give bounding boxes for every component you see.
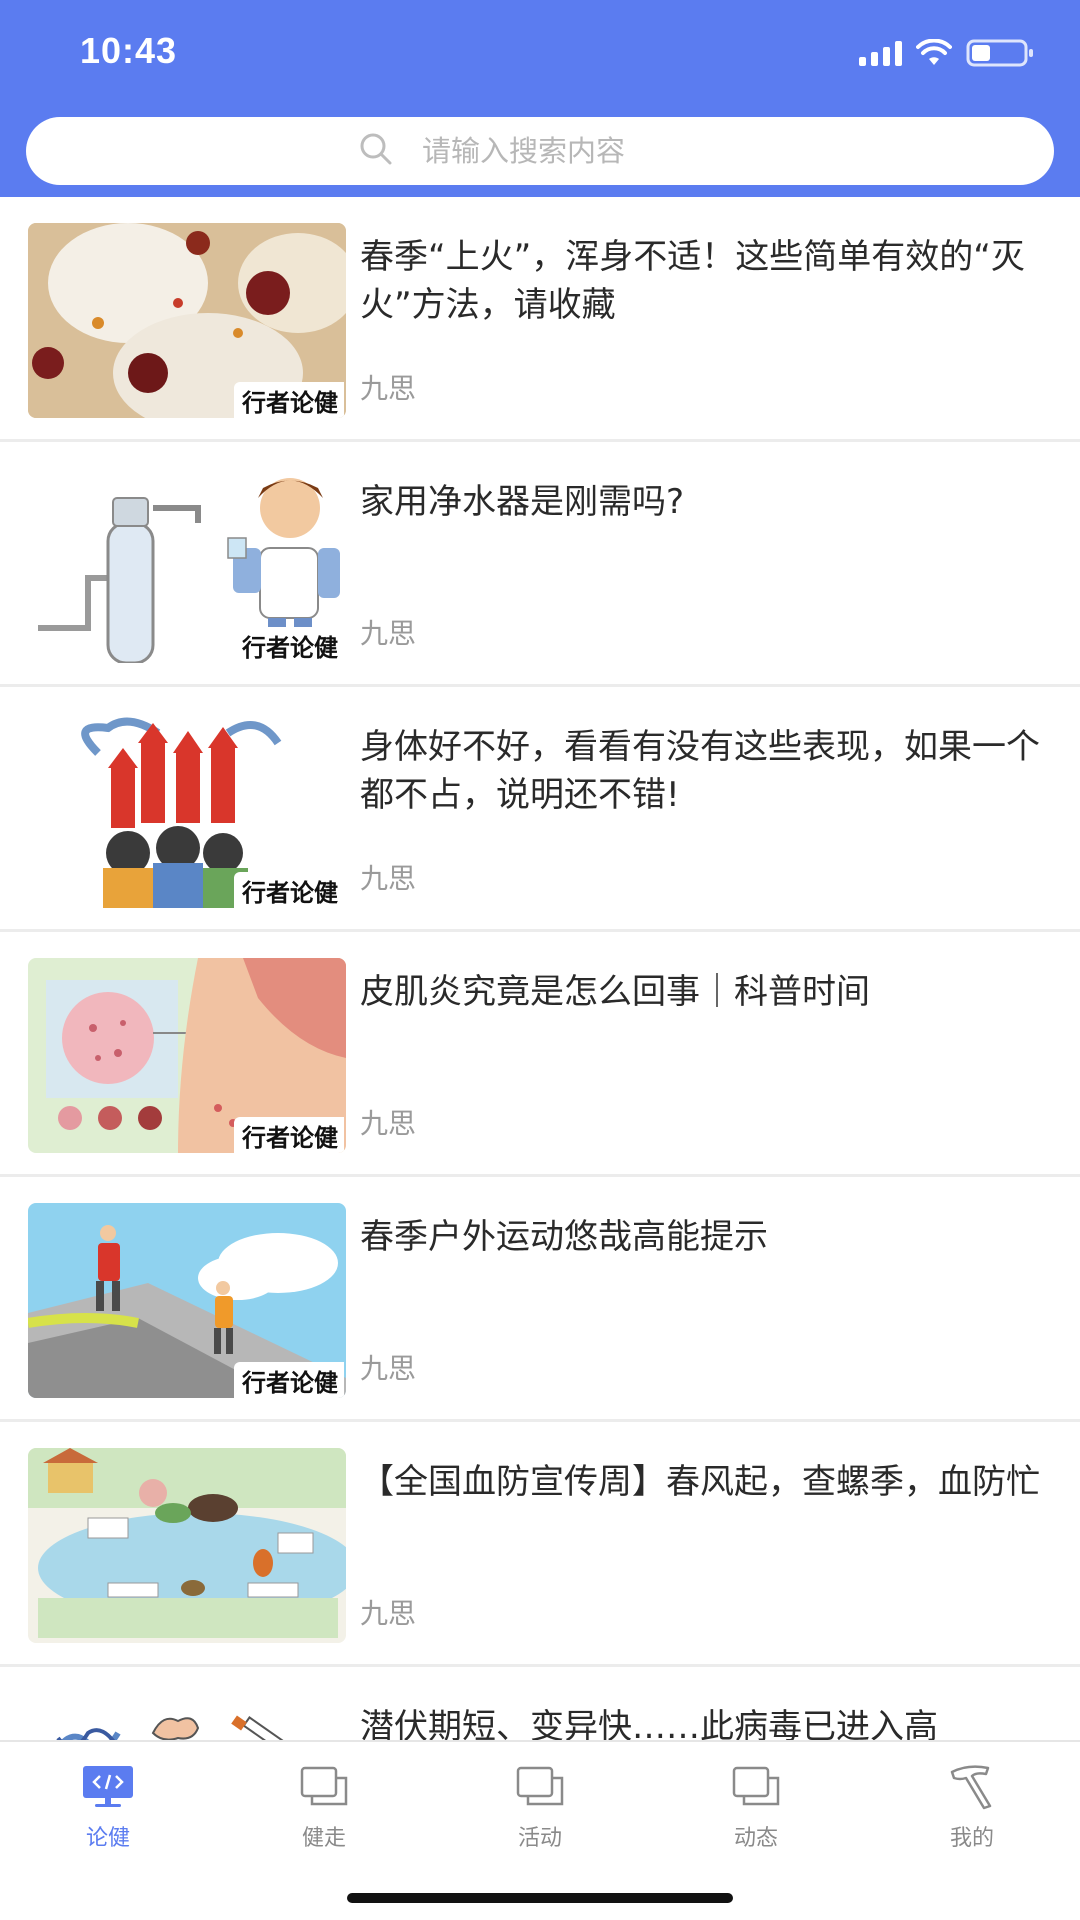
search-bar[interactable] xyxy=(26,117,1054,185)
layers-icon xyxy=(512,1762,568,1810)
layers-icon xyxy=(296,1762,352,1810)
tab-label: 动态 xyxy=(733,1826,778,1851)
hammer-icon xyxy=(944,1762,1000,1810)
tab-label: 我的 xyxy=(949,1826,994,1851)
search-icon xyxy=(358,131,394,171)
article-thumbnail xyxy=(28,1448,346,1643)
article-item[interactable]: 行者论健 皮肌炎究竟是怎么回事｜科普时间 九思 xyxy=(0,932,1080,1177)
article-author: 九思 xyxy=(360,862,417,895)
battery-icon xyxy=(966,38,1036,68)
article-title[interactable]: 春季“上火”，浑身不适！这些简单有效的“灭火”方法，请收藏 xyxy=(360,233,1050,329)
tab-wode[interactable]: 我的 xyxy=(892,1762,1052,1872)
brand-watermark: 行者论健 xyxy=(234,1362,344,1398)
article-list[interactable]: 行者论健 春季“上火”，浑身不适！这些简单有效的“灭火”方法，请收藏 九思 行者… xyxy=(0,197,1080,1740)
home-indicator xyxy=(347,1893,733,1903)
brand-watermark: 行者论健 xyxy=(234,627,344,663)
tab-label: 健走 xyxy=(301,1826,346,1851)
tab-lunjian[interactable]: 论健 xyxy=(28,1762,188,1872)
article-thumbnail: 行者论健 xyxy=(28,713,346,908)
tab-jianzou[interactable]: 健走 xyxy=(244,1762,404,1872)
wifi-icon xyxy=(916,39,952,67)
status-icons xyxy=(859,38,1036,68)
article-title[interactable]: 春季户外运动悠哉高能提示 xyxy=(360,1213,1050,1261)
tab-huodong[interactable]: 活动 xyxy=(460,1762,620,1872)
article-item[interactable]: 行者论健 家用净水器是刚需吗? 九思 xyxy=(0,442,1080,687)
header: 10:43 xyxy=(0,0,1080,197)
article-title[interactable]: 潜伏期短、变异快……此病毒已进入高 xyxy=(360,1703,1050,1740)
tab-label: 论健 xyxy=(85,1826,130,1851)
article-author: 九思 xyxy=(360,1352,417,1385)
status-time: 10:43 xyxy=(80,30,178,71)
article-thumbnail: 行者论健 xyxy=(28,958,346,1153)
article-thumbnail: 行者论健 xyxy=(28,1203,346,1398)
brand-watermark: 行者论健 xyxy=(234,1117,344,1153)
article-title[interactable]: 家用净水器是刚需吗? xyxy=(360,478,1050,526)
article-item[interactable]: 行者论健 身体好不好，看看有没有这些表现，如果一个都不占，说明还不错! 九思 xyxy=(0,687,1080,932)
article-author: 九思 xyxy=(360,372,417,405)
article-item[interactable]: 行者论健 春季“上火”，浑身不适！这些简单有效的“灭火”方法，请收藏 九思 xyxy=(0,197,1080,442)
article-author: 九思 xyxy=(360,617,417,650)
article-title[interactable]: 身体好不好，看看有没有这些表现，如果一个都不占，说明还不错! xyxy=(360,723,1050,819)
article-title[interactable]: 皮肌炎究竟是怎么回事｜科普时间 xyxy=(360,968,1050,1016)
tab-dongtai[interactable]: 动态 xyxy=(676,1762,836,1872)
article-author: 九思 xyxy=(360,1107,417,1140)
code-monitor-icon xyxy=(80,1762,136,1810)
article-author: 九思 xyxy=(360,1597,417,1630)
signal-icon xyxy=(859,40,902,66)
tab-label: 活动 xyxy=(517,1826,562,1851)
article-item[interactable]: 【全国血防宣传周】春风起，查螺季，血防忙 九思 xyxy=(0,1422,1080,1667)
brand-watermark: 行者论健 xyxy=(234,382,344,418)
article-thumbnail xyxy=(28,1693,346,1740)
article-title[interactable]: 【全国血防宣传周】春风起，查螺季，血防忙 xyxy=(360,1458,1050,1506)
article-thumbnail: 行者论健 xyxy=(28,223,346,418)
status-bar: 10:43 xyxy=(0,0,1080,105)
article-item[interactable]: 行者论健 春季户外运动悠哉高能提示 九思 xyxy=(0,1177,1080,1422)
search-input[interactable] xyxy=(422,134,722,168)
layers-icon xyxy=(728,1762,784,1810)
article-thumbnail: 行者论健 xyxy=(28,468,346,663)
brand-watermark: 行者论健 xyxy=(234,872,344,908)
article-item[interactable]: 潜伏期短、变异快……此病毒已进入高 xyxy=(0,1667,1080,1740)
